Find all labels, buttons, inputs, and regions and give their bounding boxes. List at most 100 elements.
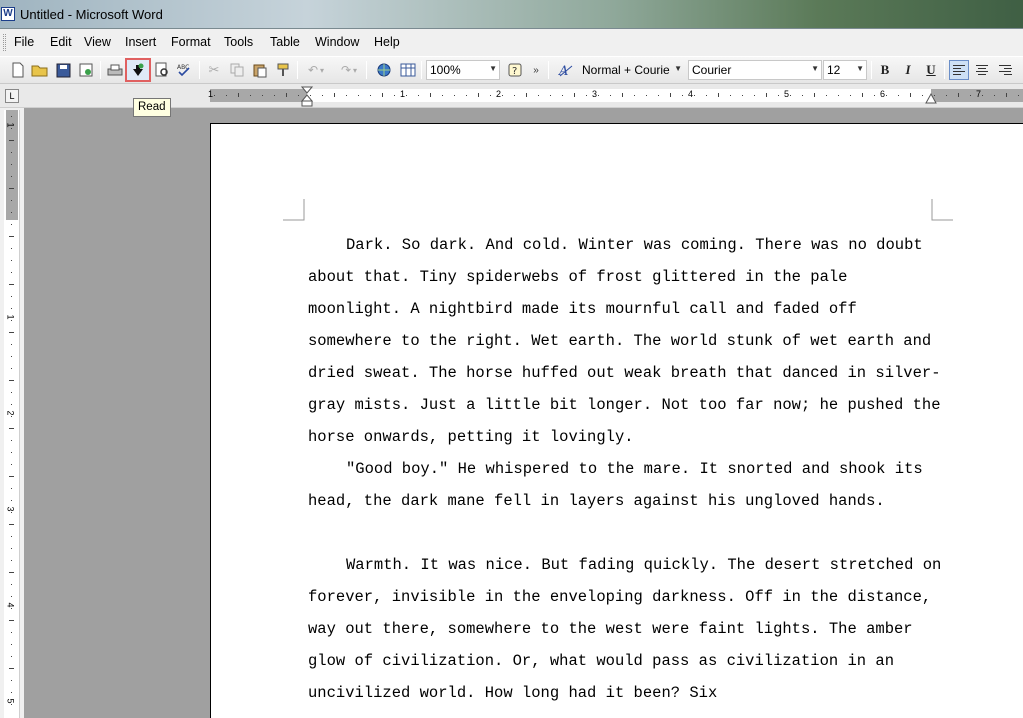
ruler-tick	[910, 93, 911, 97]
ruler-tick	[322, 95, 323, 96]
style-value: Normal + Courie	[582, 63, 670, 77]
ruler-tick	[382, 93, 383, 97]
menu-window[interactable]: Window	[315, 35, 359, 49]
print-preview-icon[interactable]	[152, 60, 172, 80]
copy-icon[interactable]	[227, 60, 247, 80]
indent-marker-icon[interactable]	[301, 86, 313, 108]
vruler-tick	[11, 416, 12, 417]
spelling-grammar-icon[interactable]: ABC	[175, 60, 195, 80]
ruler-tick	[454, 95, 455, 96]
vertical-ruler[interactable]: 1 1 2 3 4 5	[4, 110, 20, 718]
ruler-tick	[346, 95, 347, 96]
ruler-tick	[286, 93, 287, 97]
italic-button[interactable]: I	[898, 60, 918, 80]
tab-selector[interactable]: L	[5, 89, 19, 103]
menu-view[interactable]: View	[84, 35, 111, 49]
menu-edit[interactable]: Edit	[50, 35, 72, 49]
align-left-button[interactable]	[949, 60, 969, 80]
ruler-tick	[250, 95, 251, 96]
ruler-tick	[406, 95, 407, 96]
menu-tools[interactable]: Tools	[224, 35, 253, 49]
ruler-tick	[718, 93, 719, 97]
ruler-number: 7	[976, 89, 982, 99]
new-document-icon[interactable]	[8, 60, 28, 80]
ruler-tick	[658, 95, 659, 96]
menu-bar: File Edit View Insert Format Tools Table…	[0, 29, 1023, 56]
vruler-tick	[11, 560, 12, 561]
document-paragraph[interactable]: "Good boy." He whispered to the mare. It…	[308, 453, 948, 517]
menu-file[interactable]: File	[14, 35, 34, 49]
menu-insert[interactable]: Insert	[125, 35, 156, 49]
underline-button[interactable]: U	[921, 60, 941, 80]
menu-help[interactable]: Help	[374, 35, 400, 49]
menubar-grip[interactable]	[3, 34, 6, 51]
document-paragraph[interactable]: Dark. So dark. And cold. Winter was comi…	[308, 229, 948, 453]
font-select[interactable]: Courier ▼	[688, 60, 822, 80]
font-size-select[interactable]: 12 ▼	[823, 60, 867, 80]
toolbar: ABC ✂ ↶ ▾ ↷ ▾ 100% ▼ ? » A Normal + Cour…	[0, 56, 1023, 84]
ruler-tick	[766, 93, 767, 97]
ruler-tick	[898, 95, 899, 96]
toolbar-options-icon[interactable]: »	[530, 60, 542, 80]
ruler-tick	[574, 93, 575, 97]
vruler-tick	[11, 608, 12, 609]
ruler-tick	[862, 93, 863, 97]
vruler-tick	[9, 332, 14, 333]
ruler-tick	[778, 95, 779, 96]
redo-dropdown-icon[interactable]: ▾	[350, 60, 360, 80]
document-paragraph[interactable]: Warmth. It was nice. But fading quickly.…	[308, 549, 948, 709]
format-painter-icon[interactable]	[273, 60, 293, 80]
cut-icon[interactable]: ✂	[204, 60, 224, 80]
ruler-tick	[886, 95, 887, 96]
open-folder-icon[interactable]	[30, 60, 50, 80]
vruler-tick	[11, 392, 12, 393]
ruler-tick	[586, 95, 587, 96]
ruler-number: 3	[592, 89, 598, 99]
document-page[interactable]: Dark. So dark. And cold. Winter was comi…	[210, 123, 1023, 718]
ruler-tick	[730, 95, 731, 96]
hyperlink-globe-icon[interactable]	[374, 60, 394, 80]
styles-formatting-icon[interactable]: A	[556, 60, 576, 80]
paste-icon[interactable]	[250, 60, 270, 80]
vruler-tick	[11, 596, 12, 597]
ruler-tick	[826, 95, 827, 96]
vruler-tick	[11, 692, 12, 693]
ruler-tick	[598, 95, 599, 96]
separator	[297, 61, 298, 79]
menu-format[interactable]: Format	[171, 35, 211, 49]
insert-table-icon[interactable]	[398, 60, 418, 80]
ruler-tick	[490, 95, 491, 96]
vruler-number: 1	[5, 122, 16, 128]
align-right-button[interactable]	[995, 60, 1015, 80]
help-icon[interactable]: ?	[505, 60, 525, 80]
vruler-tick	[11, 500, 12, 501]
align-center-button[interactable]	[972, 60, 992, 80]
vruler-tick	[9, 428, 14, 429]
ruler-tick	[418, 95, 419, 96]
ruler-tick	[334, 93, 335, 97]
undo-dropdown-icon[interactable]: ▾	[317, 60, 327, 80]
vruler-tick	[11, 404, 12, 405]
ruler-tick	[274, 95, 275, 96]
ruler-number: 1	[400, 89, 406, 99]
ruler-tick	[370, 95, 371, 96]
margin-corner-top-right	[931, 199, 953, 221]
right-indent-marker-icon[interactable]	[925, 92, 937, 104]
zoom-value: 100%	[430, 63, 461, 77]
save-icon[interactable]	[53, 60, 73, 80]
ruler-tick	[238, 93, 239, 97]
zoom-select[interactable]: 100% ▼	[426, 60, 500, 80]
vruler-tick	[11, 176, 12, 177]
menu-table[interactable]: Table	[270, 35, 300, 49]
vruler-tick	[11, 224, 12, 225]
style-select[interactable]: Normal + Courie ▼	[578, 60, 685, 80]
ruler-tick	[754, 95, 755, 96]
read-button[interactable]	[125, 58, 151, 82]
word-app-icon[interactable]: W	[1, 7, 15, 21]
permission-icon[interactable]	[76, 60, 96, 80]
vruler-tick	[11, 212, 12, 213]
bold-button[interactable]: B	[875, 60, 895, 80]
ruler-tick	[922, 95, 923, 96]
vruler-number: 2	[5, 410, 16, 416]
print-icon[interactable]	[105, 60, 125, 80]
